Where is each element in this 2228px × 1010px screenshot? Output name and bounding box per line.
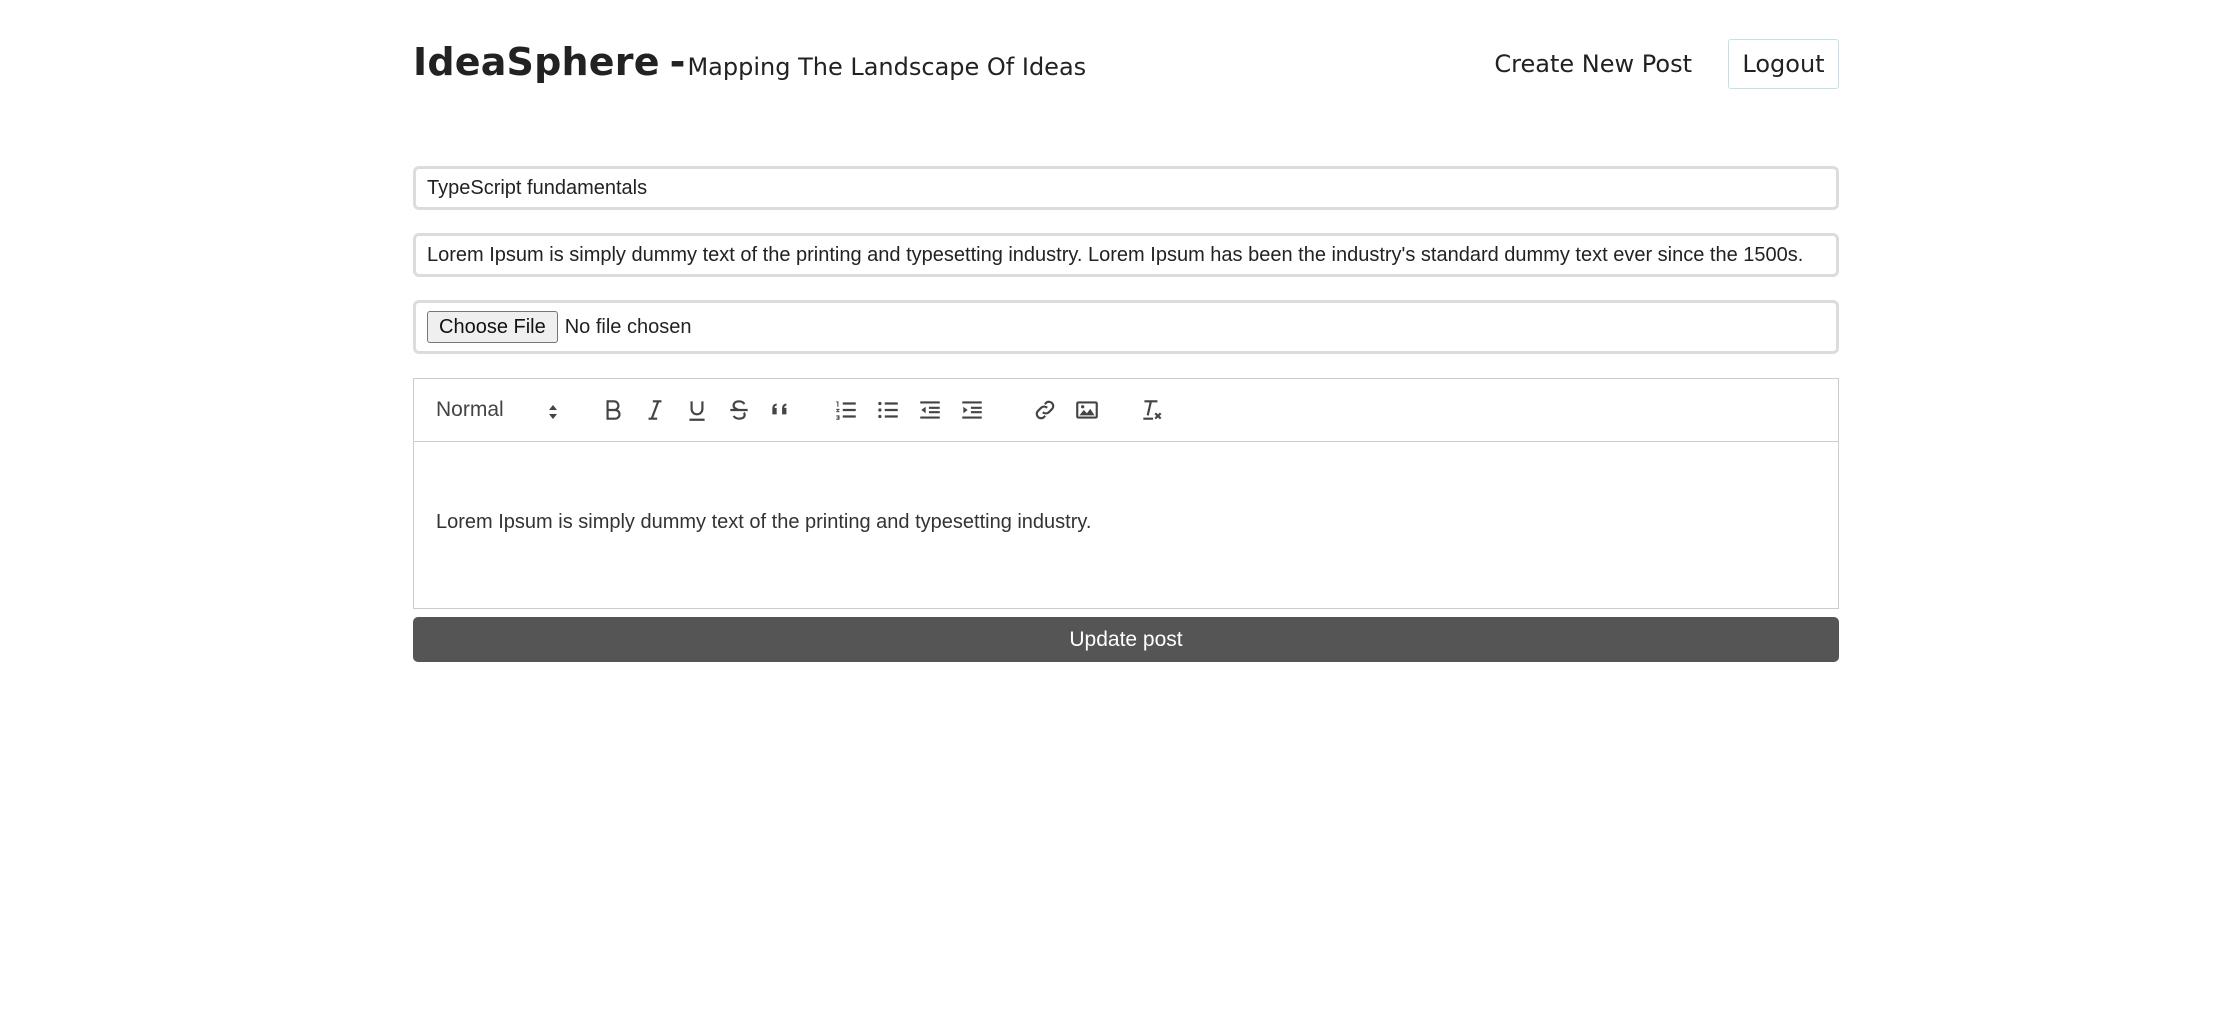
file-status: No file chosen <box>564 315 692 338</box>
file-input[interactable]: Choose File No file chosen <box>413 300 1839 354</box>
image-icon[interactable] <box>1073 396 1101 424</box>
outdent-icon[interactable] <box>916 396 944 424</box>
format-select[interactable]: Normal <box>436 395 566 425</box>
link-icon[interactable] <box>1031 396 1059 424</box>
editor-toolbar: Normal <box>414 379 1838 442</box>
editor-content[interactable]: Lorem Ipsum is simply dummy text of the … <box>436 511 1091 534</box>
underline-icon[interactable] <box>683 396 711 424</box>
indent-icon[interactable] <box>958 396 986 424</box>
bullet-list-icon[interactable] <box>874 396 902 424</box>
title-input[interactable] <box>413 166 1839 210</box>
create-new-post-link[interactable]: Create New Post <box>1494 50 1692 78</box>
choose-file-button[interactable]: Choose File <box>427 311 558 343</box>
bold-icon[interactable] <box>599 396 627 424</box>
clear-format-icon[interactable] <box>1138 396 1166 424</box>
brand: IdeaSphere -Mapping The Landscape Of Idea… <box>413 40 1086 84</box>
site-header: IdeaSphere -Mapping The Landscape Of Idea… <box>413 0 1839 130</box>
italic-icon[interactable] <box>641 396 669 424</box>
brand-tagline: Mapping The Landscape Of Ideas <box>687 53 1087 81</box>
strikethrough-icon[interactable] <box>725 396 753 424</box>
blockquote-icon[interactable] <box>767 396 795 424</box>
update-post-button[interactable]: Update post <box>413 617 1839 662</box>
rich-text-editor: Normal Lorem Ipsum is simply dummy text … <box>413 378 1839 609</box>
brand-name[interactable]: IdeaSphere <box>413 40 660 84</box>
format-select-value: Normal <box>436 398 504 421</box>
logout-button[interactable]: Logout <box>1728 39 1839 89</box>
excerpt-input[interactable] <box>413 233 1839 277</box>
brand-separator: - <box>669 40 686 84</box>
select-arrows-icon <box>548 402 558 419</box>
page-container: IdeaSphere -Mapping The Landscape Of Idea… <box>413 0 1839 662</box>
ordered-list-icon[interactable] <box>832 396 860 424</box>
top-nav: Create New Post Logout <box>1494 39 1839 89</box>
